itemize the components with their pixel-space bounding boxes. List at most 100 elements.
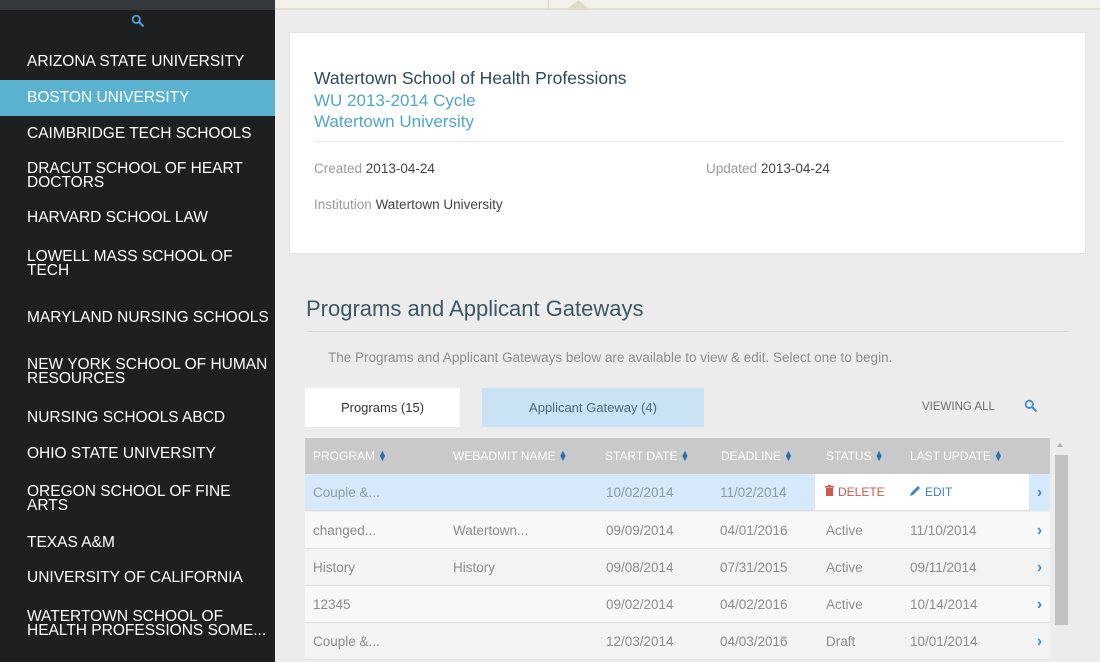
section-title: Programs and Applicant Gateways (306, 296, 644, 321)
column-header-status[interactable]: STATUS ▲ ▼ (826, 438, 883, 474)
cell-start-date: 09/09/2014 (606, 523, 674, 538)
sidebar-item-label: NURSING SCHOOLS ABCD (27, 409, 226, 426)
chevron-right-icon[interactable]: › (1029, 586, 1050, 623)
updated-label: Updated (706, 161, 758, 176)
viewing-all-filter[interactable]: VIEWING ALL (922, 401, 995, 413)
sidebar-item[interactable]: BOSTON UNIVERSITY (0, 80, 275, 116)
pencil-icon (910, 485, 921, 499)
table-header: PROGRAM ▲ ▼ WEBADMIT NAME ▲ ▼ START DATE ▲ ▼ D… (305, 438, 1050, 474)
table-row[interactable]: Couple &... 12/03/2014 04/03/2016 Draft … (305, 623, 1050, 660)
sort-icon: ▲ ▼ (558, 448, 568, 463)
column-header-label: PROGRAM (313, 449, 376, 463)
created-value: 2013-04-24 (365, 161, 435, 176)
sidebar-item[interactable]: DRACUT SCHOOL OF HEART DOCTORS (0, 152, 275, 200)
sidebar-item[interactable]: OREGON SCHOOL OF FINE ARTS (0, 472, 275, 526)
cell-program: History (313, 560, 356, 575)
updated-value: 2013-04-24 (760, 161, 830, 176)
chevron-right-icon[interactable]: › (1029, 549, 1050, 586)
cell-start-date: 10/02/2014 (606, 485, 674, 500)
sidebar-search-button[interactable] (0, 14, 275, 30)
cell-last-update: 10/01/2014 (910, 634, 978, 649)
chevron-right-icon[interactable]: › (1029, 474, 1050, 511)
sort-icon: ▲ ▼ (378, 448, 387, 463)
created-label: Created (314, 161, 363, 176)
column-header-webadmit-name[interactable]: WEBADMIT NAME ▲ ▼ (453, 438, 567, 474)
sidebar-item-label: CAIMBRIDGE TECH SCHOOLS (27, 125, 252, 142)
edit-label: EDIT (925, 485, 953, 499)
delete-label: DELETE (838, 485, 885, 499)
cell-last-update: 10/14/2014 (910, 597, 978, 612)
sidebar-item[interactable]: CAIMBRIDGE TECH SCHOOLS (0, 116, 275, 152)
scroll-up-arrow-icon[interactable] (1057, 443, 1063, 447)
sidebar-item-label: OHIO STATE UNIVERSITY (27, 445, 216, 462)
institution-value: Watertown University (375, 197, 503, 212)
table-row[interactable]: History History 09/08/2014 07/31/2015 Ac… (305, 549, 1050, 586)
sidebar-item[interactable]: TEXAS A&M (0, 526, 275, 560)
cell-last-update: 11/10/2014 (910, 523, 977, 538)
cell-deadline: 04/01/2016 (720, 523, 788, 538)
sidebar-item-label: ARIZONA STATE UNIVERSITY (27, 53, 245, 70)
table-search-button[interactable] (1024, 399, 1037, 417)
column-header-last-update[interactable]: LAST UPDATE ▲ ▼ (910, 438, 1003, 474)
column-header-label: WEBADMIT NAME (453, 449, 556, 463)
sidebar-item-label: DRACUT SCHOOL OF HEART DOCTORS (27, 160, 243, 191)
cycle-name: WU 2013-2014 Cycle (314, 91, 476, 110)
sort-icon: ▲ ▼ (874, 448, 884, 463)
tab-applicant-gateway[interactable]: Applicant Gateway (4) (482, 388, 704, 427)
search-icon (1024, 399, 1037, 416)
chevron-right-icon[interactable]: › (1029, 623, 1050, 660)
sidebar-item[interactable]: ARIZONA STATE UNIVERSITY (0, 44, 275, 80)
school-title: Watertown School of Health Professions (314, 68, 627, 88)
cell-webadmit-name: History (453, 560, 496, 575)
row-actions: DELETE EDIT (815, 474, 1029, 510)
sidebar-item-label: HARVARD SCHOOL LAW (27, 209, 208, 226)
updated-field: Updated 2013-04-24 (706, 161, 830, 176)
sidebar-item-label: MARYLAND NURSING SCHOOLS (27, 309, 269, 326)
cell-status: Active (826, 597, 863, 612)
sidebar-item[interactable]: WATERTOWN SCHOOL OF HEALTH PROFESSIONS S… (0, 596, 275, 652)
sidebar-item[interactable]: NEW YORK SCHOOL OF HUMAN RESOURCES (0, 344, 275, 400)
cell-status: Active (826, 560, 863, 575)
table-row[interactable]: 12345 09/02/2014 04/02/2016 Active 10/14… (305, 586, 1050, 623)
table-row[interactable]: Couple &... 10/02/2014 11/02/2014 DELETE… (305, 474, 1050, 511)
cell-webadmit-name: Watertown... (453, 523, 529, 538)
sidebar: ARIZONA STATE UNIVERSITY BOSTON UNIVERSI… (0, 0, 275, 662)
sort-icon: ▲ ▼ (784, 448, 793, 463)
cell-last-update: 09/11/2014 (910, 560, 977, 575)
sidebar-item[interactable]: OHIO STATE UNIVERSITY (0, 436, 275, 472)
institution-field: Institution Watertown University (314, 197, 503, 212)
section-divider (306, 331, 1070, 332)
sidebar-item[interactable]: LOWELL MASS SCHOOL OF TECH (0, 236, 275, 292)
cell-status: Active (826, 523, 863, 538)
cell-deadline: 04/02/2016 (720, 597, 788, 612)
delete-button[interactable]: DELETE (825, 485, 885, 499)
cell-start-date: 09/08/2014 (606, 560, 674, 575)
column-header-program[interactable]: PROGRAM ▲ ▼ (313, 438, 387, 474)
cell-program: Couple &... (313, 634, 380, 649)
tab-pointer-caret (566, 0, 590, 10)
trash-icon (825, 485, 834, 499)
sidebar-item-label: BOSTON UNIVERSITY (27, 89, 190, 106)
column-header-deadline[interactable]: DEADLINE ▲ ▼ (721, 438, 793, 474)
cell-start-date: 12/03/2014 (606, 634, 674, 649)
sidebar-item[interactable]: UNIVERSITY OF CALIFORNIA (0, 560, 275, 596)
edit-button[interactable]: EDIT (910, 485, 952, 499)
cell-deadline: 11/02/2014 (720, 485, 787, 500)
sidebar-item-label: OREGON SCHOOL OF FINE ARTS (27, 483, 231, 514)
tab-programs[interactable]: Programs (15) (305, 388, 460, 427)
cell-status: Draft (826, 634, 856, 649)
chevron-right-icon[interactable]: › (1029, 512, 1050, 549)
institution-label: Institution (314, 197, 372, 212)
sidebar-item[interactable]: HARVARD SCHOOL LAW (0, 200, 275, 236)
column-header-label: LAST UPDATE (910, 449, 991, 463)
table-row[interactable]: changed... Watertown... 09/09/2014 04/01… (305, 512, 1050, 549)
cell-deadline: 07/31/2015 (720, 560, 788, 575)
sidebar-item[interactable]: MARYLAND NURSING SCHOOLS (0, 292, 275, 344)
sidebar-item-label: TEXAS A&M (27, 534, 115, 551)
cell-deadline: 04/03/2016 (720, 634, 788, 649)
column-header-start-date[interactable]: START DATE ▲ ▼ (605, 438, 689, 474)
cell-program: 12345 (313, 597, 351, 612)
search-icon (131, 14, 144, 30)
scrollbar-thumb[interactable] (1055, 455, 1068, 625)
sidebar-item[interactable]: NURSING SCHOOLS ABCD (0, 400, 275, 436)
